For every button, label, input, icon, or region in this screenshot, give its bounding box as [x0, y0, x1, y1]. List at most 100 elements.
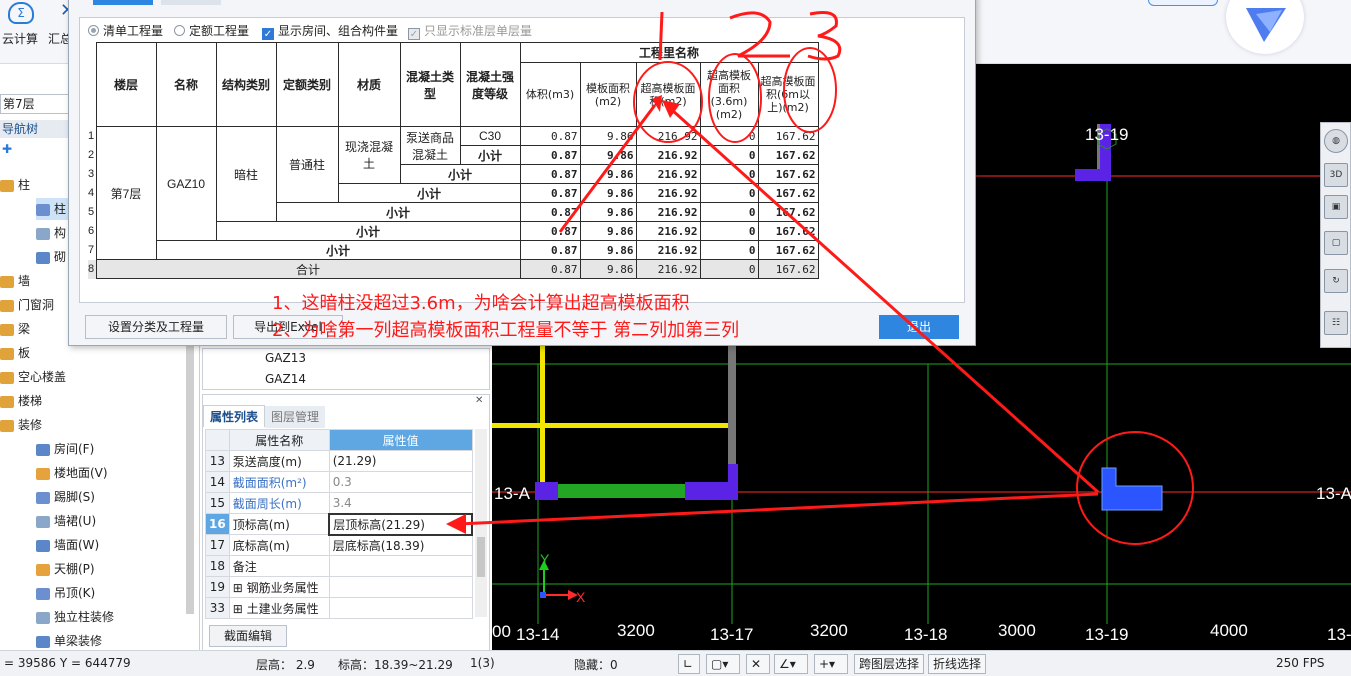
property-row[interactable]: 18 备注	[205, 555, 473, 577]
nav-tree-item[interactable]: 楼地面(V)	[36, 462, 108, 484]
qty-cell-hf: 216.92	[635, 221, 701, 241]
expand-icon[interactable]: ⊞	[233, 602, 247, 616]
add-icon[interactable]: ✚	[2, 142, 12, 156]
qty-cell-hf6: 167.62	[757, 126, 819, 146]
nav-tree-item[interactable]: 墙面(W)	[36, 534, 99, 556]
tree-item-icon	[36, 251, 50, 264]
nav-tree-item[interactable]: 梁	[0, 318, 30, 340]
qty-subtotal: 小计	[275, 202, 521, 222]
nav-tree-item[interactable]: 楼梯	[0, 390, 42, 412]
qty-cell-hf: 216.92	[635, 202, 701, 222]
nav-tree-item[interactable]: 单梁装修	[36, 630, 102, 652]
header-material: 材质	[337, 42, 401, 127]
cube-icon[interactable]: ▢	[1324, 231, 1348, 255]
dialog-tab[interactable]	[161, 0, 221, 5]
nav-tree-item[interactable]: 门窗洞	[0, 294, 54, 316]
property-row[interactable]: 33 ⊞ 土建业务属性	[205, 597, 473, 619]
property-value[interactable]	[328, 597, 473, 619]
property-scrollbar[interactable]	[475, 429, 487, 617]
floor-selector[interactable]: 第7层	[0, 94, 70, 114]
cross-floor-select-button[interactable]: 跨图层选择	[854, 654, 925, 674]
nav-tree-item-label: 柱	[18, 178, 31, 192]
snap-icon[interactable]: ▢▾	[706, 654, 740, 674]
property-name-text: 底标高(m)	[232, 538, 290, 553]
header-volume: 体积(m3)	[519, 62, 581, 127]
checkbox-checked-icon[interactable]: ✓	[262, 28, 274, 40]
property-row[interactable]: 14 截面面积(m²) 0.3	[205, 471, 473, 493]
close-icon[interactable]: ✕	[475, 395, 483, 406]
dialog-tab-active[interactable]	[93, 0, 153, 5]
set-classify-button[interactable]: 设置分类及工程量	[85, 315, 227, 339]
property-row[interactable]: 13 泵送高度(m) (21.29)	[205, 450, 473, 472]
nav-tree-item[interactable]: 天棚(P)	[36, 558, 95, 580]
green-beam[interactable]	[552, 484, 687, 498]
nav-tree-item-label: 门窗洞	[18, 298, 55, 312]
property-name: ⊞ 土建业务属性	[228, 597, 330, 619]
nav-tree-item[interactable]: 房间(F)	[36, 438, 94, 460]
nav-tree-item-label: 板	[18, 346, 31, 360]
column-gaz10[interactable]	[1101, 467, 1163, 511]
qty-cell-hf6: 167.62	[757, 221, 819, 241]
nav-tree-item-label: 装修	[18, 418, 43, 432]
quota-qty-option[interactable]: 定额工程量	[174, 22, 249, 39]
orbit-icon[interactable]: ◍	[1324, 129, 1348, 153]
header-struct: 结构类别	[215, 42, 277, 127]
radio-icon[interactable]	[88, 25, 99, 36]
cloud-calc-button[interactable]: 云计算	[2, 30, 38, 47]
property-value[interactable]	[328, 555, 473, 577]
column[interactable]	[728, 464, 738, 500]
nav-tree-item-label: 墙裙(U)	[54, 514, 97, 528]
property-value[interactable]: 层顶标高(21.29)	[328, 512, 473, 536]
qty-cell-hf36: 0	[699, 145, 759, 165]
nav-tree-item[interactable]: 柱	[0, 174, 30, 196]
nav-tree-item[interactable]: 板	[0, 342, 30, 364]
expand-icon[interactable]: ⊞	[233, 581, 247, 595]
nav-tree-item[interactable]: 砌	[36, 246, 66, 268]
property-value[interactable]: (21.29)	[328, 450, 473, 472]
property-row[interactable]: 17 底标高(m) 层底标高(18.39)	[205, 534, 473, 556]
property-value[interactable]	[328, 576, 473, 598]
rotate-icon[interactable]: ↻	[1324, 269, 1348, 293]
cloud-calc-icon[interactable]: Σ	[8, 2, 34, 24]
view-3d-icon[interactable]: 3D	[1324, 163, 1348, 187]
exit-button[interactable]: 退出	[879, 315, 959, 339]
yellow-beam[interactable]	[540, 334, 545, 494]
radio-icon[interactable]	[174, 25, 185, 36]
nav-tree-item[interactable]: 吊顶(K)	[36, 582, 95, 604]
component-item[interactable]: GAZ14	[265, 372, 306, 386]
scroll-thumb[interactable]	[477, 537, 485, 577]
qty-row[interactable]: 1 第7层 GAZ10 暗柱 普通柱 现浇混凝土 泵送商品混凝土 C30 0.87 9.86 216…	[88, 126, 819, 260]
ortho-icon[interactable]: ∟	[678, 654, 700, 674]
bill-qty-option[interactable]: 清单工程量	[88, 22, 163, 39]
grid-label: 13-	[1327, 625, 1351, 644]
nav-tree-item[interactable]: 墙裙(U)	[36, 510, 96, 532]
property-row-number: 15	[205, 492, 230, 514]
nav-tree-item[interactable]: 墙	[0, 270, 30, 292]
angle-icon[interactable]: ∠▾	[774, 654, 808, 674]
tab-layer-manage[interactable]: 图层管理	[265, 406, 326, 428]
yellow-beam[interactable]	[492, 423, 728, 428]
search-pill[interactable]	[1148, 0, 1218, 6]
show-room-checkbox[interactable]: ✓ 显示房间、组合构件量	[262, 22, 398, 40]
nav-tree-item[interactable]: 踢脚(S)	[36, 486, 95, 508]
cube-top-icon[interactable]: ▣	[1324, 195, 1348, 219]
polyline-select-button[interactable]: 折线选择	[928, 654, 987, 674]
property-row[interactable]: 15 截面周长(m) 3.4	[205, 492, 473, 514]
property-row[interactable]: 19 ⊞ 钢筋业务属性	[205, 576, 473, 598]
column[interactable]	[535, 482, 558, 500]
insert-icon[interactable]: +▾	[814, 654, 848, 674]
qty-total-row[interactable]: 8 合计 0.87 9.86 216.92 0 167.62	[88, 259, 819, 279]
component-item[interactable]: GAZ13	[265, 351, 306, 365]
qty-row[interactable]: 7 小计 0.87 9.86 216.92 0 167.62	[88, 240, 819, 260]
property-row[interactable]: 16 顶标高(m) 层顶标高(21.29)	[205, 512, 473, 536]
nav-tree-item[interactable]: 独立柱装修	[36, 606, 114, 628]
cross-icon[interactable]: ✕	[746, 654, 770, 674]
property-panel: ✕ 属性列表 图层管理 属性名称 属性值 13 泵送高度(m) (21.29) 14 截面…	[202, 394, 490, 652]
section-edit-button[interactable]: 截面编辑	[209, 625, 287, 647]
tab-property-list[interactable]: 属性列表	[203, 405, 266, 427]
property-value[interactable]: 层底标高(18.39)	[328, 534, 473, 556]
layout-icon[interactable]: ☷	[1324, 311, 1348, 335]
nav-tree-item[interactable]: 构	[36, 222, 66, 244]
nav-tree-item[interactable]: 装修	[0, 414, 42, 436]
nav-tree-item[interactable]: 空心楼盖	[0, 366, 66, 388]
